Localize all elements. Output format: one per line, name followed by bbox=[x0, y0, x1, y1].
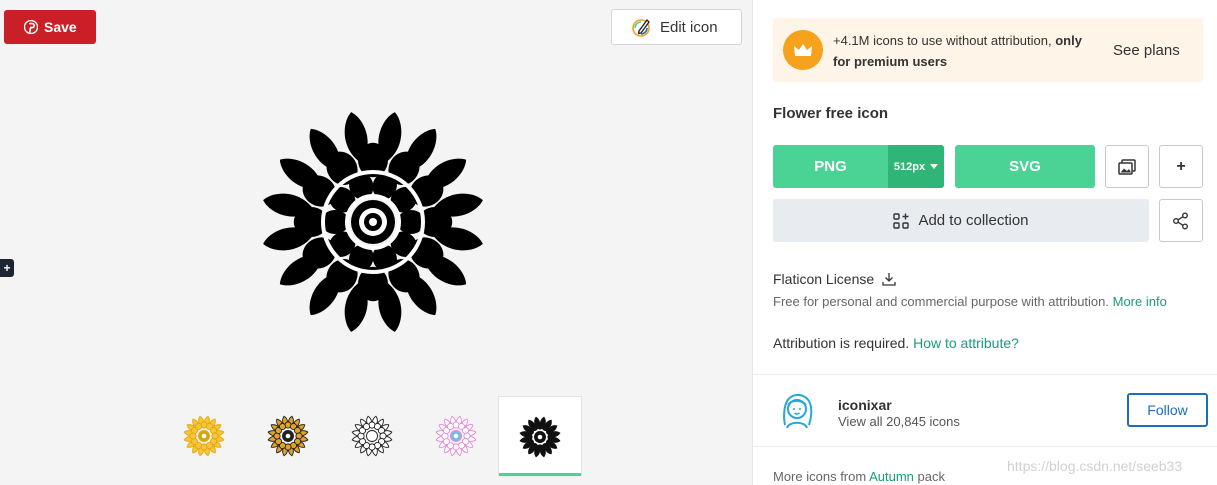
edit-icon-button[interactable]: Edit icon bbox=[611, 9, 742, 45]
png-label: PNG bbox=[814, 158, 847, 175]
promo-text-only: only bbox=[1055, 33, 1082, 48]
collection-label: Add to collection bbox=[918, 212, 1029, 229]
author-name[interactable]: iconixar bbox=[838, 397, 892, 413]
variant-sunflower-black[interactable] bbox=[498, 396, 582, 476]
sunflower-yellow-icon bbox=[183, 415, 225, 457]
caret-down-icon bbox=[930, 164, 939, 169]
license-title: Flaticon License bbox=[773, 271, 896, 287]
more-options-button[interactable]: + bbox=[1159, 145, 1203, 188]
more-icons-pre: More icons from bbox=[773, 469, 867, 484]
download-png-button[interactable]: PNG 512px bbox=[773, 145, 944, 188]
size-dropdown[interactable]: 512px bbox=[888, 145, 944, 188]
variant-sunflower-yellow[interactable] bbox=[162, 396, 246, 476]
images-icon bbox=[1118, 158, 1136, 175]
follow-button[interactable]: Follow bbox=[1127, 393, 1208, 427]
more-icons-post: pack bbox=[917, 469, 946, 484]
promo-text-main: +4.1M icons to use without attribution, bbox=[833, 33, 1052, 48]
more-info-link[interactable]: More info bbox=[1113, 294, 1167, 309]
crown-icon bbox=[783, 30, 823, 70]
sunflower-pastel-icon bbox=[435, 415, 477, 457]
add-to-collection-button[interactable]: Add to collection bbox=[773, 199, 1149, 242]
pack-link[interactable]: Autumn bbox=[869, 469, 914, 484]
details-panel: +4.1M icons to use without attribution, … bbox=[752, 0, 1217, 485]
share-icon bbox=[1173, 212, 1188, 229]
variant-sunflower-outline[interactable] bbox=[330, 396, 414, 476]
sunflower-outline-icon bbox=[351, 415, 393, 457]
more-icons-line: More icons from Autumn pack bbox=[773, 469, 945, 484]
edit-label: Edit icon bbox=[660, 18, 718, 36]
icon-title: Flower free icon bbox=[773, 105, 889, 122]
pinterest-save-button[interactable]: Save bbox=[4, 10, 96, 44]
side-expand-toggle[interactable]: + bbox=[0, 259, 14, 277]
image-preview-button[interactable] bbox=[1105, 145, 1149, 188]
pen-edit-icon bbox=[632, 19, 650, 37]
license-desc-text: Free for personal and commercial purpose… bbox=[773, 294, 1109, 309]
promo-text: +4.1M icons to use without attribution, … bbox=[833, 30, 1118, 72]
attribution-note: Attribution is required. How to attribut… bbox=[773, 335, 1019, 351]
sunflower-black-icon bbox=[519, 416, 561, 457]
share-button[interactable] bbox=[1159, 199, 1203, 242]
size-label: 512px bbox=[893, 160, 926, 173]
divider bbox=[753, 446, 1217, 447]
pinterest-icon bbox=[24, 20, 38, 34]
style-variants bbox=[162, 396, 582, 476]
save-label: Save bbox=[44, 19, 77, 35]
license-description: Free for personal and commercial purpose… bbox=[773, 294, 1167, 309]
author-icon-count[interactable]: View all 20,845 icons bbox=[838, 414, 960, 429]
sunflower-orange-icon bbox=[267, 415, 309, 457]
author-avatar[interactable] bbox=[779, 391, 815, 429]
variant-sunflower-orange[interactable] bbox=[246, 396, 330, 476]
premium-promo-banner: +4.1M icons to use without attribution, … bbox=[773, 18, 1203, 82]
variant-sunflower-pastel[interactable] bbox=[414, 396, 498, 476]
license-title-text: Flaticon License bbox=[773, 271, 875, 287]
flower-main-icon bbox=[263, 112, 483, 332]
download-svg-button[interactable]: SVG bbox=[955, 145, 1095, 188]
divider bbox=[753, 374, 1217, 375]
collection-add-icon bbox=[893, 212, 910, 229]
watermark: https://blog.csdn.net/seeb33 bbox=[1007, 458, 1183, 474]
download-license-icon[interactable] bbox=[882, 272, 896, 286]
see-plans-link[interactable]: See plans bbox=[1113, 42, 1180, 59]
icon-detail-page: Save Edit icon + +4.1M icons to use with… bbox=[0, 0, 1217, 485]
promo-text-premium: for premium users bbox=[833, 54, 948, 69]
attribution-text: Attribution is required. bbox=[773, 335, 910, 351]
how-to-attribute-link[interactable]: How to attribute? bbox=[913, 335, 1019, 351]
preview-pane: Save Edit icon + bbox=[0, 0, 752, 485]
